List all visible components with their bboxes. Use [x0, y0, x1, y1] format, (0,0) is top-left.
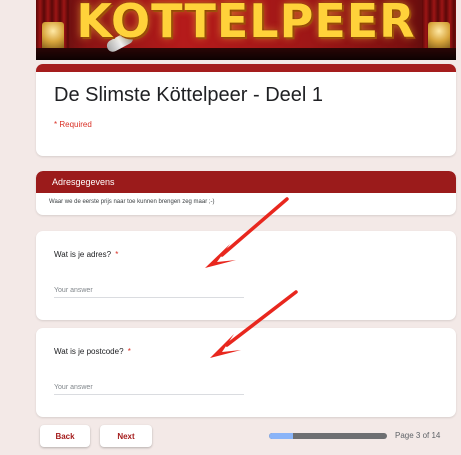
- progress-bar-fill: [269, 433, 293, 439]
- question-text: Wat is je adres?: [54, 250, 112, 259]
- required-asterisk: *: [127, 347, 131, 356]
- stage: [36, 48, 456, 60]
- banner-logo-text: KOTTELPEER: [76, 0, 416, 48]
- section-card: Adresgegevens Waar we de eerste prijs na…: [36, 171, 456, 215]
- progress-bar: [269, 433, 387, 439]
- page-indicator: Page 3 of 14: [395, 431, 441, 440]
- postcode-input[interactable]: [54, 380, 244, 395]
- question-label: Wat is je postcode? *: [54, 347, 131, 356]
- question-card-address: Wat is je adres? *: [36, 231, 456, 320]
- form-title-card: De Slimste Köttelpeer - Deel 1 * Require…: [36, 64, 456, 156]
- form-title: De Slimste Köttelpeer - Deel 1: [54, 84, 324, 106]
- back-button[interactable]: Back: [40, 425, 90, 447]
- form-page: KOTTELPEER De Slimste Köttelpeer - Deel …: [0, 0, 461, 455]
- question-text: Wat is je postcode?: [54, 347, 124, 356]
- address-input[interactable]: [54, 283, 244, 298]
- question-card-postcode: Wat is je postcode? *: [36, 328, 456, 417]
- section-header: Adresgegevens: [36, 171, 456, 193]
- required-note: * Required: [54, 120, 92, 129]
- section-title: Adresgegevens: [52, 177, 115, 187]
- header-banner: KOTTELPEER: [36, 0, 456, 60]
- required-asterisk: *: [115, 250, 119, 259]
- section-description: Waar we de eerste prijs naar toe kunnen …: [49, 199, 215, 205]
- question-label: Wat is je adres? *: [54, 250, 118, 259]
- next-button[interactable]: Next: [100, 425, 152, 447]
